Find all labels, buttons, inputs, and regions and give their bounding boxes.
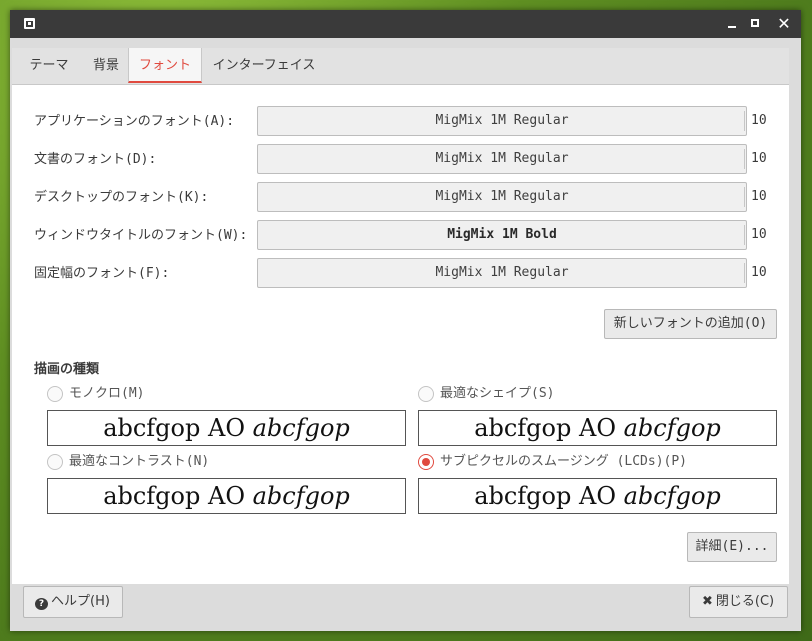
font-size: 10 xyxy=(751,227,767,242)
font-size-separator: 10 xyxy=(744,187,767,207)
font-name: MigMix 1M Regular xyxy=(435,189,569,204)
best-shape-label[interactable]: 最適なシェイプ(S) xyxy=(440,385,554,403)
font-name: MigMix 1M Regular xyxy=(435,265,569,280)
tab-font[interactable]: フォント xyxy=(128,48,202,83)
rendering-section-title: 描画の種類 xyxy=(34,362,100,377)
sample-italic-text: abcfgop xyxy=(623,414,721,442)
subpixel-smoothing-radio[interactable] xyxy=(418,454,434,470)
desktop-font-label: デスクトップのフォント(K): xyxy=(34,190,209,205)
sample-italic-text: abcfgop xyxy=(623,482,721,510)
best-contrast-sample: abcfgop AO abcfgop xyxy=(47,478,406,514)
sample-text: abcfgop AO xyxy=(474,414,624,442)
tab-theme[interactable]: テーマ xyxy=(20,48,78,84)
app-icon xyxy=(24,18,35,29)
sample-italic-text: abcfgop xyxy=(252,482,350,510)
font-size-separator: 10 xyxy=(744,111,767,131)
monospace-font-button[interactable]: MigMix 1M Regular 10 xyxy=(257,258,767,288)
sample-italic-text: abcfgop xyxy=(252,414,350,442)
sample-text: abcfgop AO xyxy=(474,482,624,510)
font-name: MigMix 1M Regular xyxy=(435,151,569,166)
tab-background[interactable]: 背景 xyxy=(82,48,130,84)
font-size-separator: 10 xyxy=(744,149,767,169)
close-icon: ✖ xyxy=(702,594,713,609)
main-panel: テーマ 背景 フォント インターフェイス アプリケーションのフォント(A): M… xyxy=(12,48,789,584)
best-shape-sample: abcfgop AO abcfgop xyxy=(418,410,777,446)
details-button[interactable]: 詳細(E)... xyxy=(687,532,777,562)
window-title-font-button[interactable]: MigMix 1M Bold 10 xyxy=(257,220,767,250)
font-size: 10 xyxy=(751,189,767,204)
tab-bar: テーマ 背景 フォント インターフェイス xyxy=(12,48,789,85)
maximize-button[interactable] xyxy=(746,14,766,34)
best-shape-radio[interactable] xyxy=(418,386,434,402)
sample-text: abcfgop AO xyxy=(103,482,253,510)
help-icon: ? xyxy=(35,598,48,610)
font-size: 10 xyxy=(751,151,767,166)
help-button[interactable]: ? ヘルプ(H) xyxy=(23,586,123,618)
monospace-font-label: 固定幅のフォント(F): xyxy=(34,266,170,281)
monochrome-sample: abcfgop AO abcfgop xyxy=(47,410,406,446)
desktop-font-button[interactable]: MigMix 1M Regular 10 xyxy=(257,182,767,212)
settings-window: ✕ テーマ 背景 フォント インターフェイス アプリケーションのフォント(A):… xyxy=(10,10,801,631)
application-font-button[interactable]: MigMix 1M Regular 10 xyxy=(257,106,767,136)
sample-text: abcfgop AO xyxy=(103,414,253,442)
best-contrast-radio[interactable] xyxy=(47,454,63,470)
help-button-label: ヘルプ(H) xyxy=(51,594,110,609)
monochrome-radio[interactable] xyxy=(47,386,63,402)
monochrome-label[interactable]: モノクロ(M) xyxy=(69,385,144,403)
minimize-button[interactable] xyxy=(722,14,742,34)
font-size: 10 xyxy=(751,265,767,280)
font-name: MigMix 1M Bold xyxy=(447,227,557,242)
font-size-separator: 10 xyxy=(744,263,767,283)
font-size: 10 xyxy=(751,113,767,128)
close-window-button[interactable]: ✕ xyxy=(774,14,794,34)
best-contrast-label[interactable]: 最適なコントラスト(N) xyxy=(69,453,209,471)
subpixel-smoothing-sample: abcfgop AO abcfgop xyxy=(418,478,777,514)
subpixel-smoothing-label[interactable]: サブピクセルのスムージング (LCDs)(P) xyxy=(440,453,687,471)
font-size-separator: 10 xyxy=(744,225,767,245)
window-title-font-label: ウィンドウタイトルのフォント(W): xyxy=(34,228,248,243)
title-bar[interactable]: ✕ xyxy=(10,10,801,38)
close-button[interactable]: ✖ 閉じる(C) xyxy=(689,586,788,618)
document-font-label: 文書のフォント(D): xyxy=(34,152,157,167)
document-font-button[interactable]: MigMix 1M Regular 10 xyxy=(257,144,767,174)
add-font-button[interactable]: 新しいフォントの追加(O) xyxy=(604,309,777,339)
application-font-label: アプリケーションのフォント(A): xyxy=(34,114,235,129)
font-name: MigMix 1M Regular xyxy=(435,113,569,128)
tab-interface[interactable]: インターフェイス xyxy=(208,48,320,84)
close-button-label: 閉じる(C) xyxy=(715,594,775,609)
